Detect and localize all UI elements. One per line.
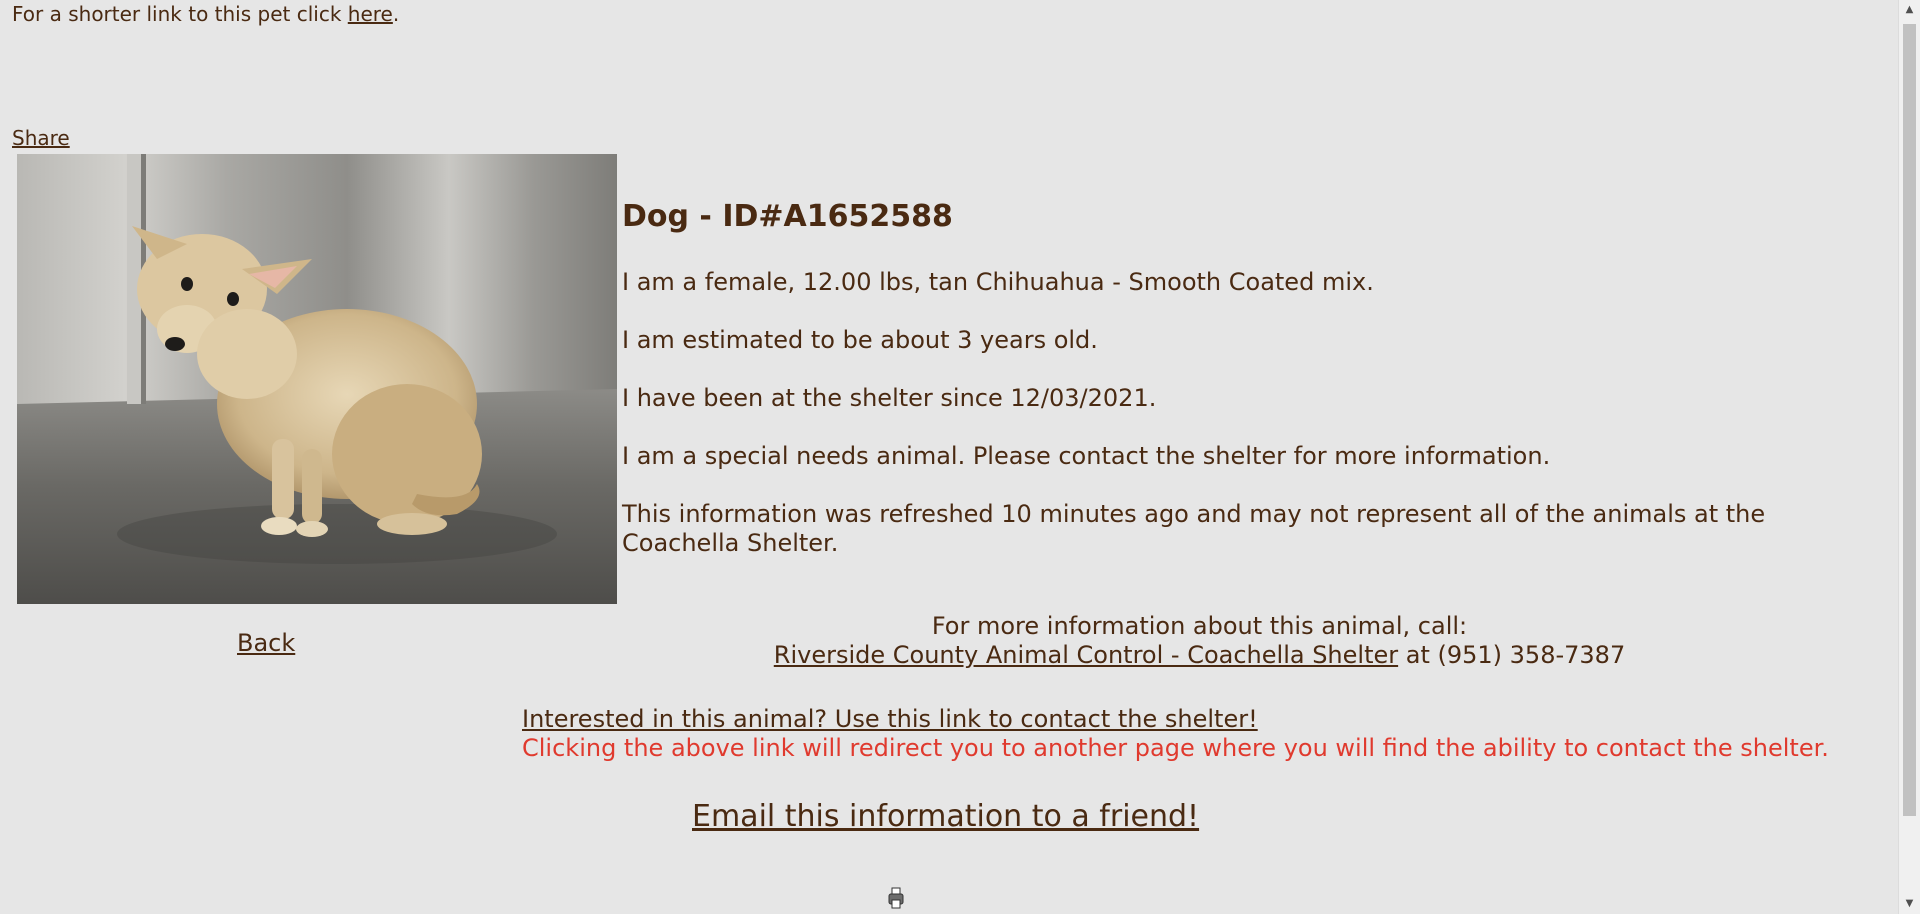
back-link[interactable]: Back: [237, 628, 295, 658]
redirect-note: Clicking the above link will redirect yo…: [522, 734, 1829, 762]
share-link[interactable]: Share: [12, 126, 70, 150]
pet-shelter-since: I have been at the shelter since 12/03/2…: [622, 384, 1157, 412]
scroll-down-arrow-icon[interactable]: ▼: [1899, 894, 1920, 914]
pet-age: I am estimated to be about 3 years old.: [622, 326, 1098, 354]
contact-shelter-link[interactable]: Interested in this animal? Use this link…: [522, 705, 1258, 733]
pet-photo: [17, 154, 617, 604]
pet-special-needs: I am a special needs animal. Please cont…: [622, 442, 1551, 470]
vertical-scrollbar[interactable]: ▲ ▼: [1898, 0, 1920, 914]
pet-title: Dog - ID#A1652588: [622, 199, 953, 234]
scroll-thumb[interactable]: [1903, 24, 1916, 816]
pet-description: I am a female, 12.00 lbs, tan Chihuahua …: [622, 268, 1374, 296]
refresh-note: This information was refreshed 10 minute…: [622, 500, 1766, 557]
short-link-here[interactable]: here: [348, 2, 393, 26]
interest-block: Interested in this animal? Use this link…: [522, 705, 1829, 763]
contact-intro: For more information about this animal, …: [931, 612, 1468, 640]
contact-line: Riverside County Animal Control - Coache…: [622, 641, 1777, 670]
page: For a shorter link to this pet click her…: [0, 0, 1898, 914]
scroll-up-arrow-icon[interactable]: ▲: [1899, 0, 1920, 20]
shelter-phone: at (951) 358-7387: [1398, 641, 1626, 669]
short-link-suffix: .: [392, 2, 400, 26]
email-friend-link[interactable]: Email this information to a friend!: [692, 798, 1199, 836]
printer-icon[interactable]: [888, 886, 904, 914]
short-link-line: For a shorter link to this pet click her…: [12, 2, 399, 26]
contact-block: For more information about this animal, …: [622, 612, 1777, 670]
shelter-link[interactable]: Riverside County Animal Control - Coache…: [774, 641, 1398, 669]
short-link-prefix: For a shorter link to this pet click: [12, 2, 348, 26]
